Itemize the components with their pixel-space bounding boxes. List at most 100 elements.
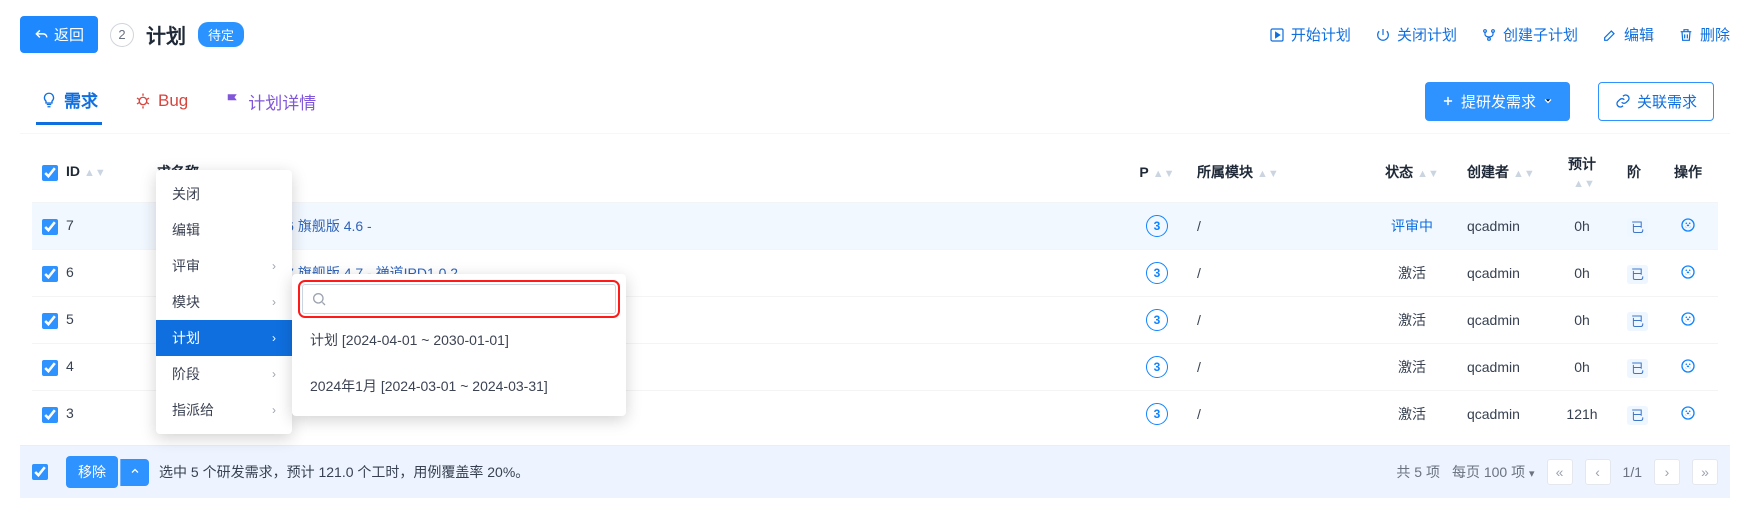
edit-icon (1602, 27, 1618, 43)
edit-button[interactable]: 编辑 (1602, 24, 1654, 45)
tab-bug[interactable]: Bug (130, 81, 192, 121)
row-action-button[interactable] (1679, 221, 1697, 237)
row-status: 激活 (1398, 406, 1426, 422)
sort-icon[interactable]: ▲▼ (1513, 171, 1535, 177)
row-estimate: 121h (1547, 391, 1617, 438)
flag-icon (224, 92, 242, 110)
branch-icon (1481, 27, 1497, 43)
row-action-button[interactable] (1679, 315, 1697, 331)
ctx-stage[interactable]: 阶段› (156, 356, 292, 392)
plan-id-badge: 2 (110, 23, 134, 47)
sort-icon[interactable]: ▲▼ (1153, 171, 1175, 177)
plan-option-1[interactable]: 计划 [2024-04-01 ~ 2030-01-01] (302, 320, 616, 360)
row-module: / (1187, 391, 1367, 438)
ctx-edit[interactable]: 编辑 (156, 212, 292, 248)
priority-badge: 3 (1146, 403, 1168, 425)
row-creator: qcadmin (1457, 297, 1547, 344)
link-icon (1615, 93, 1631, 109)
row-estimate: 0h (1547, 203, 1617, 250)
chevron-up-icon (129, 465, 141, 477)
row-module: / (1187, 203, 1367, 250)
play-icon (1269, 27, 1285, 43)
row-checkbox[interactable] (42, 407, 58, 423)
row-checkbox[interactable] (42, 360, 58, 376)
row-creator: qcadmin (1457, 344, 1547, 391)
priority-badge: 3 (1146, 356, 1168, 378)
row-stage: 已 (1627, 359, 1648, 378)
tab-requirements[interactable]: 需求 (36, 77, 102, 125)
footer-select-all[interactable] (32, 464, 48, 480)
row-module: / (1187, 250, 1367, 297)
remove-button[interactable]: 移除 (66, 456, 118, 488)
ctx-module[interactable]: 模块› (156, 284, 292, 320)
tab-plan-detail[interactable]: 计划详情 (220, 79, 320, 124)
row-action-button[interactable] (1679, 362, 1697, 378)
row-status: 激活 (1398, 359, 1426, 375)
row-checkbox[interactable] (42, 219, 58, 235)
row-estimate: 0h (1547, 250, 1617, 297)
page-title: 计划 (146, 20, 186, 49)
ctx-assign[interactable]: 指派给› (156, 392, 292, 428)
plan-search-input[interactable] (333, 291, 607, 307)
prev-page-button[interactable]: ‹ (1585, 459, 1611, 485)
last-page-button[interactable]: » (1692, 459, 1718, 485)
row-id: 6 (66, 264, 74, 280)
first-page-button[interactable]: « (1547, 459, 1573, 485)
create-child-plan-button[interactable]: 创建子计划 (1481, 24, 1578, 45)
row-checkbox[interactable] (42, 266, 58, 282)
context-menu: 关闭 编辑 评审› 模块› 计划› 阶段› 指派给› (156, 170, 292, 434)
row-module: / (1187, 344, 1367, 391)
row-creator: qcadmin (1457, 391, 1547, 438)
row-stage: 已 (1627, 265, 1648, 284)
pagination: 共 5 项 每页 100 项 ▾ « ‹ 1/1 › » (1396, 459, 1718, 485)
link-requirement-button[interactable]: 关联需求 (1598, 82, 1714, 121)
sort-icon[interactable]: ▲▼ (84, 170, 106, 176)
row-action-button[interactable] (1679, 268, 1697, 284)
select-all-checkbox[interactable] (42, 165, 58, 181)
selection-summary: 选中 5 个研发需求，预计 121.0 个工时，用例覆盖率 20%。 (159, 462, 529, 482)
delete-button[interactable]: 删除 (1678, 24, 1730, 45)
row-status-link[interactable]: 评审中 (1391, 218, 1433, 234)
chevron-right-icon: › (272, 331, 276, 345)
back-button[interactable]: 返回 (20, 16, 98, 53)
row-estimate: 0h (1547, 344, 1617, 391)
row-creator: qcadmin (1457, 203, 1547, 250)
next-page-button[interactable]: › (1654, 459, 1680, 485)
new-requirement-button[interactable]: 提研发需求 (1425, 82, 1570, 121)
row-status: 激活 (1398, 265, 1426, 281)
row-id: 4 (66, 358, 74, 374)
per-page-select[interactable]: 每页 100 项 ▾ (1452, 462, 1535, 482)
trash-icon (1678, 27, 1694, 43)
row-action-button[interactable] (1679, 409, 1697, 425)
close-plan-button[interactable]: 关闭计划 (1375, 24, 1457, 45)
chevron-right-icon: › (272, 259, 276, 273)
row-id: 3 (66, 405, 74, 421)
chevron-down-icon: ▾ (1529, 468, 1535, 480)
ctx-review[interactable]: 评审› (156, 248, 292, 284)
start-plan-button[interactable]: 开始计划 (1269, 24, 1351, 45)
search-icon (311, 291, 327, 307)
ctx-close[interactable]: 关闭 (156, 176, 292, 212)
row-id: 5 (66, 311, 74, 327)
sort-icon[interactable]: ▲▼ (1417, 171, 1439, 177)
priority-badge: 3 (1146, 215, 1168, 237)
row-stage: 已 (1627, 218, 1648, 237)
plan-option-2[interactable]: 2024年1月 [2024-03-01 ~ 2024-03-31] (302, 366, 616, 406)
row-checkbox[interactable] (42, 313, 58, 329)
sort-icon[interactable]: ▲▼ (1257, 171, 1279, 177)
sort-icon[interactable]: ▲▼ (1573, 181, 1595, 187)
plan-submenu: 计划 [2024-04-01 ~ 2030-01-01] 2024年1月 [20… (292, 274, 626, 416)
bulb-icon (40, 91, 58, 109)
row-creator: qcadmin (1457, 250, 1547, 297)
chevron-right-icon: › (272, 403, 276, 417)
row-stage: 已 (1627, 406, 1648, 425)
row-estimate: 0h (1547, 297, 1617, 344)
status-badge: 待定 (198, 22, 244, 47)
back-label: 返回 (54, 24, 84, 45)
total-items: 共 5 项 (1396, 462, 1440, 482)
remove-dropdown[interactable] (120, 459, 149, 486)
bug-icon (134, 92, 152, 110)
ctx-plan[interactable]: 计划› (156, 320, 292, 356)
plan-search-box[interactable] (302, 284, 616, 314)
page-indicator: 1/1 (1623, 464, 1642, 480)
